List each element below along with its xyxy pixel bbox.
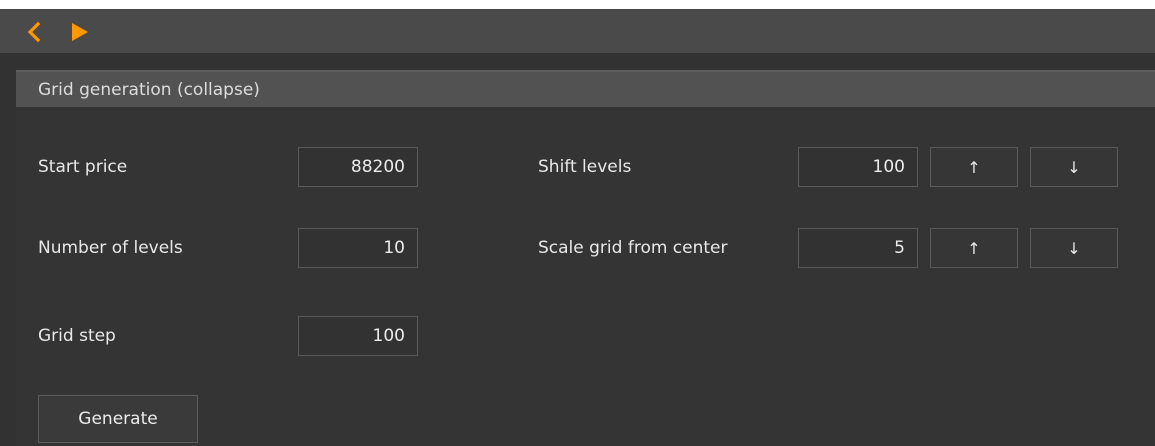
arrow-down-icon: ↓ bbox=[1067, 157, 1081, 177]
shift-levels-down-button[interactable]: ↓ bbox=[1030, 147, 1118, 187]
shift-levels-input[interactable] bbox=[798, 147, 918, 187]
app-window: Grid generation (collapse) Start price N… bbox=[0, 9, 1155, 446]
start-price-label: Start price bbox=[38, 157, 128, 177]
grid-step-label: Grid step bbox=[38, 326, 116, 346]
grid-generation-panel: Start price Number of levels Grid step S… bbox=[16, 107, 1155, 446]
panel-title: Grid generation (collapse) bbox=[38, 80, 260, 100]
start-price-input[interactable] bbox=[298, 147, 418, 187]
shift-levels-up-button[interactable]: ↑ bbox=[930, 147, 1018, 187]
toolbar bbox=[0, 9, 1155, 53]
arrow-down-icon: ↓ bbox=[1067, 238, 1081, 258]
arrow-up-icon: ↑ bbox=[967, 238, 981, 258]
scale-grid-down-button[interactable]: ↓ bbox=[1030, 228, 1118, 268]
grid-step-input[interactable] bbox=[298, 316, 418, 356]
chevron-left-icon bbox=[27, 21, 41, 43]
forward-button[interactable] bbox=[68, 21, 90, 43]
scale-grid-up-button[interactable]: ↑ bbox=[930, 228, 1018, 268]
number-of-levels-input[interactable] bbox=[298, 228, 418, 268]
arrow-up-icon: ↑ bbox=[967, 157, 981, 177]
play-triangle-icon bbox=[72, 23, 88, 41]
scale-grid-input[interactable] bbox=[798, 228, 918, 268]
panel-header-collapse[interactable]: Grid generation (collapse) bbox=[16, 70, 1155, 107]
generate-button-label: Generate bbox=[78, 409, 158, 429]
generate-button[interactable]: Generate bbox=[38, 395, 198, 443]
back-button[interactable] bbox=[24, 21, 46, 43]
number-of-levels-label: Number of levels bbox=[38, 238, 183, 258]
shift-levels-label: Shift levels bbox=[538, 157, 632, 177]
scale-grid-label: Scale grid from center bbox=[538, 238, 728, 258]
